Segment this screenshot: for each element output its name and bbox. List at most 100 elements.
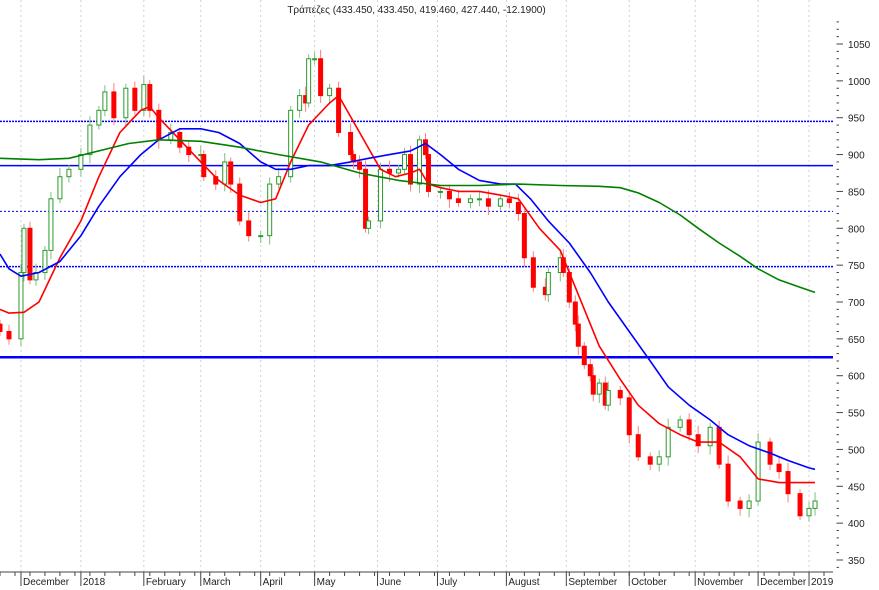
candle	[267, 177, 273, 245]
candle-body	[626, 397, 632, 436]
candle	[677, 415, 683, 432]
x-tick-label: August	[508, 577, 539, 588]
candle-body	[575, 323, 581, 347]
y-tick-label: 450	[848, 482, 865, 493]
candle	[746, 494, 752, 518]
y-tick-label: 900	[848, 151, 865, 162]
candle	[755, 433, 761, 506]
candle	[237, 177, 243, 226]
y-tick-label: 350	[848, 556, 865, 567]
candle-body	[0, 323, 3, 332]
candle	[297, 88, 303, 118]
candle	[647, 452, 653, 471]
y-tick-label: 550	[848, 409, 865, 420]
candle-body	[357, 161, 363, 170]
candle-body	[446, 190, 452, 200]
candle	[686, 413, 692, 441]
candle-body	[27, 227, 33, 281]
x-tick-label: December	[23, 577, 70, 588]
candle	[57, 167, 63, 204]
candle	[21, 223, 27, 282]
candle-body	[123, 87, 129, 119]
candle-body	[647, 456, 653, 465]
candle-body	[246, 220, 252, 237]
candle-body	[605, 389, 611, 406]
candle	[596, 378, 602, 403]
candle-body	[66, 168, 72, 178]
candle	[656, 450, 662, 472]
candle-body	[228, 161, 234, 185]
candle	[530, 251, 536, 292]
candle	[42, 245, 48, 280]
x-tick-label: March	[203, 577, 231, 588]
candle-body	[455, 198, 461, 203]
candle	[797, 489, 803, 521]
candle	[306, 54, 312, 108]
y-tick-label: 1050	[848, 40, 871, 51]
candle-body	[725, 463, 731, 502]
candle-body	[545, 272, 551, 296]
candle	[467, 194, 473, 209]
candle-body	[102, 91, 108, 111]
candle-body	[318, 58, 324, 97]
candle	[312, 52, 318, 65]
x-tick-label: February	[146, 577, 186, 588]
candle-body	[363, 168, 369, 229]
candle-body	[422, 139, 428, 156]
y-tick-label: 950	[848, 114, 865, 125]
candle-body	[276, 176, 282, 185]
candle	[617, 386, 623, 406]
y-tick-label: 600	[848, 372, 865, 383]
candle	[246, 212, 252, 242]
candle	[497, 194, 503, 211]
candle-body	[686, 419, 692, 436]
candle-body	[530, 257, 536, 288]
candle-body	[348, 131, 354, 156]
x-tick-label: December	[760, 577, 807, 588]
candle	[357, 155, 363, 179]
candle-body	[467, 198, 473, 203]
candle-body	[366, 220, 372, 229]
candle-body	[96, 109, 102, 126]
candle-body	[587, 364, 593, 377]
candle	[521, 209, 527, 267]
candle	[123, 83, 129, 127]
candle-body	[617, 389, 623, 399]
x-tick-label: June	[380, 577, 402, 588]
candle	[276, 167, 282, 189]
candle	[581, 341, 587, 370]
candle-body	[521, 213, 527, 259]
candle-body	[797, 493, 803, 517]
candle	[695, 425, 701, 454]
candle-body	[327, 87, 333, 97]
y-tick-label: 850	[848, 187, 865, 198]
candle-body	[776, 463, 782, 473]
candle	[812, 492, 818, 516]
moving-average-line	[0, 94, 815, 484]
candle	[806, 501, 812, 522]
candle-body	[506, 198, 512, 203]
candle	[707, 422, 713, 455]
candle-body	[755, 441, 761, 502]
candle	[288, 105, 294, 183]
candle-body	[572, 301, 578, 325]
x-tick-label: May	[317, 577, 336, 588]
candle	[336, 81, 342, 137]
candle-body	[222, 161, 228, 185]
candle	[626, 391, 632, 444]
x-tick-label: July	[439, 577, 457, 588]
candle-body	[437, 190, 443, 193]
y-tick-label: 700	[848, 298, 865, 309]
candle-body	[695, 434, 701, 447]
candle	[545, 268, 551, 302]
candle-body	[297, 95, 303, 111]
candle-body	[267, 183, 273, 237]
moving-average-line	[0, 139, 816, 294]
candle-body	[425, 154, 431, 192]
candle	[378, 162, 384, 229]
candle	[635, 425, 641, 462]
candle-body	[18, 272, 24, 340]
candle	[506, 192, 512, 209]
candle	[147, 80, 153, 118]
candle	[96, 105, 102, 130]
